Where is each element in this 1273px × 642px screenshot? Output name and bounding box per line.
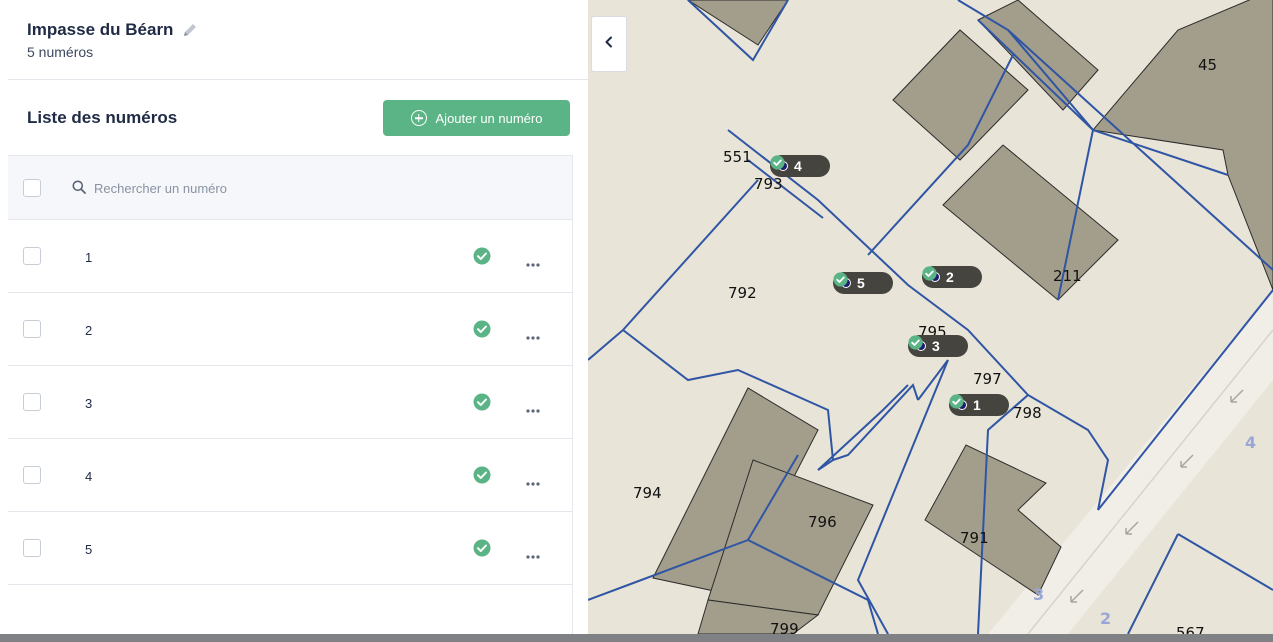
parcel-label: 791 [960, 529, 989, 547]
add-number-label: Ajouter un numéro [435, 110, 543, 126]
parcel-label: 793 [754, 175, 783, 193]
cadastre-map[interactable]: 551 793 792 795 797 798 794 796 791 799 … [588, 0, 1273, 634]
check-circle-icon [770, 155, 823, 174]
numbers-table: 1 2 3 4 5 [8, 155, 573, 634]
parcel-label: 794 [633, 484, 662, 502]
check-circle-icon [473, 466, 491, 484]
more-horizontal-icon[interactable] [526, 327, 540, 340]
search-input[interactable] [94, 176, 394, 200]
map-canvas: 551 793 792 795 797 798 794 796 791 799 … [588, 0, 1273, 634]
parcel-label: 567 [1176, 624, 1205, 634]
pencil-icon[interactable] [181, 21, 199, 39]
row-checkbox[interactable] [23, 539, 41, 557]
address-marker[interactable]: 5 [833, 272, 893, 294]
table-row[interactable]: 1 [8, 220, 572, 293]
row-number: 5 [85, 542, 93, 557]
check-circle-icon [908, 335, 961, 354]
row-number: 2 [85, 323, 93, 338]
parcel-label: 798 [1013, 404, 1042, 422]
marker-label: 5 [857, 275, 865, 291]
address-marker[interactable]: 1 [949, 394, 1009, 416]
parcel-label: 797 [973, 370, 1002, 388]
table-row[interactable]: 4 [8, 439, 572, 512]
row-number: 1 [85, 250, 93, 265]
parcel-label: 551 [723, 148, 752, 166]
check-circle-icon [473, 320, 491, 338]
check-circle-icon [922, 266, 975, 285]
parcel-label: 211 [1053, 267, 1082, 285]
check-circle-icon [473, 247, 491, 265]
street-header: Impasse du Béarn 5 numéros [8, 0, 588, 80]
row-checkbox[interactable] [23, 247, 41, 265]
collapse-panel-button[interactable] [591, 16, 627, 72]
street-name: Impasse du Béarn [27, 20, 174, 39]
street-number-label: 2 [1100, 609, 1111, 628]
window-bottom-edge [0, 634, 1273, 642]
check-circle-icon [473, 393, 491, 411]
select-all-checkbox[interactable] [23, 179, 41, 197]
row-checkbox[interactable] [23, 466, 41, 484]
check-circle-icon [473, 539, 491, 557]
row-number: 4 [85, 469, 93, 484]
check-circle-icon [833, 272, 886, 291]
address-marker[interactable]: 2 [922, 266, 982, 288]
row-number: 3 [85, 396, 93, 411]
chevron-left-icon [604, 35, 614, 53]
search-row [8, 155, 572, 220]
more-horizontal-icon[interactable] [526, 473, 540, 486]
table-row[interactable]: 5 [8, 512, 572, 585]
plus-circle-icon [410, 110, 427, 126]
marker-label: 4 [794, 158, 802, 174]
more-horizontal-icon[interactable] [526, 546, 540, 559]
parcel-label: 45 [1198, 56, 1217, 74]
address-marker[interactable]: 4 [770, 155, 830, 177]
table-row[interactable]: 3 [8, 366, 572, 439]
more-horizontal-icon[interactable] [526, 400, 540, 413]
marker-label: 1 [973, 397, 981, 413]
parcel-label: 796 [808, 513, 837, 531]
row-checkbox[interactable] [23, 393, 41, 411]
parcel-label: 799 [770, 620, 799, 634]
row-checkbox[interactable] [23, 320, 41, 338]
street-number-label: 4 [1245, 433, 1256, 452]
parcel-label: 792 [728, 284, 757, 302]
street-number-label: 3 [1033, 585, 1044, 604]
add-number-button[interactable]: Ajouter un numéro [383, 100, 570, 136]
address-marker[interactable]: 3 [908, 335, 968, 357]
search-icon [72, 180, 86, 194]
marker-label: 2 [946, 269, 954, 285]
more-horizontal-icon[interactable] [526, 254, 540, 267]
table-row[interactable]: 2 [8, 293, 572, 366]
address-panel: Impasse du Béarn 5 numéros Liste des num… [8, 0, 588, 634]
street-title: Impasse du Béarn [27, 20, 199, 40]
check-circle-icon [949, 394, 1002, 413]
numbers-count: 5 numéros [27, 44, 94, 60]
marker-label: 3 [932, 338, 940, 354]
list-title: Liste des numéros [27, 108, 178, 127]
